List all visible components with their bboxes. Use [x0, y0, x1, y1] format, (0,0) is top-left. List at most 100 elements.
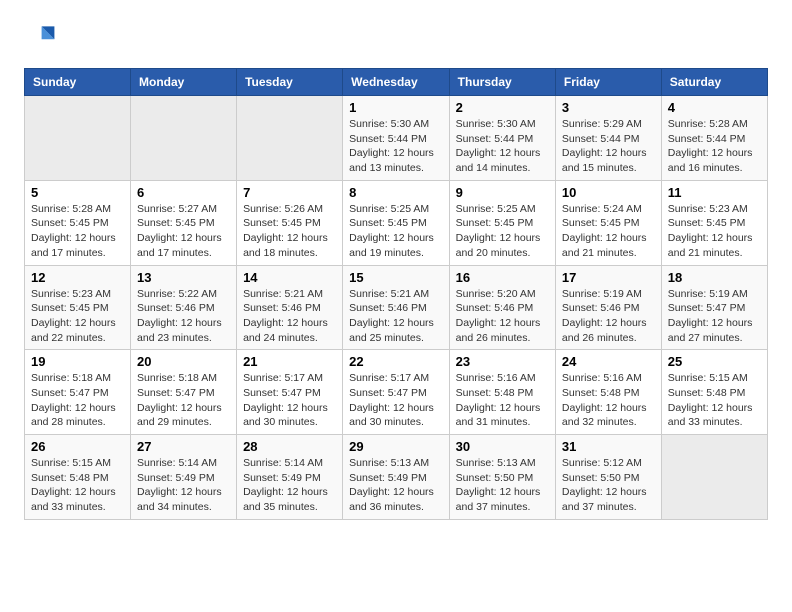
calendar-cell: 18 Sunrise: 5:19 AM Sunset: 5:47 PM Dayli… — [661, 265, 767, 350]
day-info: Sunrise: 5:17 AM Sunset: 5:47 PM Dayligh… — [349, 371, 443, 430]
day-info: Sunrise: 5:15 AM Sunset: 5:48 PM Dayligh… — [31, 456, 124, 515]
calendar-cell: 3 Sunrise: 5:29 AM Sunset: 5:44 PM Daylig… — [555, 96, 661, 181]
calendar-cell: 6 Sunrise: 5:27 AM Sunset: 5:45 PM Daylig… — [131, 180, 237, 265]
day-number: 20 — [137, 354, 230, 369]
calendar-week-row: 5 Sunrise: 5:28 AM Sunset: 5:45 PM Daylig… — [25, 180, 768, 265]
weekday-header-monday: Monday — [131, 69, 237, 96]
calendar-cell: 5 Sunrise: 5:28 AM Sunset: 5:45 PM Daylig… — [25, 180, 131, 265]
day-info: Sunrise: 5:13 AM Sunset: 5:50 PM Dayligh… — [456, 456, 549, 515]
calendar-cell: 20 Sunrise: 5:18 AM Sunset: 5:47 PM Dayli… — [131, 350, 237, 435]
logo-icon — [24, 20, 56, 52]
day-number: 3 — [562, 100, 655, 115]
day-number: 10 — [562, 185, 655, 200]
day-info: Sunrise: 5:19 AM Sunset: 5:46 PM Dayligh… — [562, 287, 655, 346]
day-number: 28 — [243, 439, 336, 454]
day-info: Sunrise: 5:12 AM Sunset: 5:50 PM Dayligh… — [562, 456, 655, 515]
day-info: Sunrise: 5:24 AM Sunset: 5:45 PM Dayligh… — [562, 202, 655, 261]
day-info: Sunrise: 5:18 AM Sunset: 5:47 PM Dayligh… — [31, 371, 124, 430]
day-info: Sunrise: 5:26 AM Sunset: 5:45 PM Dayligh… — [243, 202, 336, 261]
calendar-cell: 17 Sunrise: 5:19 AM Sunset: 5:46 PM Dayli… — [555, 265, 661, 350]
day-info: Sunrise: 5:15 AM Sunset: 5:48 PM Dayligh… — [668, 371, 761, 430]
calendar-cell: 4 Sunrise: 5:28 AM Sunset: 5:44 PM Daylig… — [661, 96, 767, 181]
calendar-cell: 7 Sunrise: 5:26 AM Sunset: 5:45 PM Daylig… — [237, 180, 343, 265]
day-number: 27 — [137, 439, 230, 454]
day-number: 5 — [31, 185, 124, 200]
day-info: Sunrise: 5:20 AM Sunset: 5:46 PM Dayligh… — [456, 287, 549, 346]
day-info: Sunrise: 5:25 AM Sunset: 5:45 PM Dayligh… — [456, 202, 549, 261]
calendar-cell: 10 Sunrise: 5:24 AM Sunset: 5:45 PM Dayli… — [555, 180, 661, 265]
calendar-table: SundayMondayTuesdayWednesdayThursdayFrid… — [24, 68, 768, 520]
day-info: Sunrise: 5:23 AM Sunset: 5:45 PM Dayligh… — [31, 287, 124, 346]
day-number: 22 — [349, 354, 443, 369]
day-number: 13 — [137, 270, 230, 285]
day-info: Sunrise: 5:13 AM Sunset: 5:49 PM Dayligh… — [349, 456, 443, 515]
day-number: 14 — [243, 270, 336, 285]
day-info: Sunrise: 5:27 AM Sunset: 5:45 PM Dayligh… — [137, 202, 230, 261]
day-number: 19 — [31, 354, 124, 369]
calendar-cell: 16 Sunrise: 5:20 AM Sunset: 5:46 PM Dayli… — [449, 265, 555, 350]
day-number: 17 — [562, 270, 655, 285]
calendar-cell: 24Sunrise: 5:16 AM Sunset: 5:48 PM Dayli… — [555, 350, 661, 435]
calendar-cell: 27 Sunrise: 5:14 AM Sunset: 5:49 PM Dayli… — [131, 435, 237, 520]
calendar-week-row: 19 Sunrise: 5:18 AM Sunset: 5:47 PM Dayli… — [25, 350, 768, 435]
day-number: 2 — [456, 100, 549, 115]
day-info: Sunrise: 5:25 AM Sunset: 5:45 PM Dayligh… — [349, 202, 443, 261]
day-number: 12 — [31, 270, 124, 285]
calendar-cell — [25, 96, 131, 181]
calendar-cell — [237, 96, 343, 181]
day-info: Sunrise: 5:19 AM Sunset: 5:47 PM Dayligh… — [668, 287, 761, 346]
calendar-cell: 23 Sunrise: 5:16 AM Sunset: 5:48 PM Dayli… — [449, 350, 555, 435]
day-info: Sunrise: 5:14 AM Sunset: 5:49 PM Dayligh… — [137, 456, 230, 515]
day-number: 25 — [668, 354, 761, 369]
weekday-header-row: SundayMondayTuesdayWednesdayThursdayFrid… — [25, 69, 768, 96]
day-number: 23 — [456, 354, 549, 369]
day-info: Sunrise: 5:21 AM Sunset: 5:46 PM Dayligh… — [349, 287, 443, 346]
calendar-cell: 21Sunrise: 5:17 AM Sunset: 5:47 PM Dayli… — [237, 350, 343, 435]
calendar-cell: 29Sunrise: 5:13 AM Sunset: 5:49 PM Dayli… — [343, 435, 450, 520]
day-info: Sunrise: 5:16 AM Sunset: 5:48 PM Dayligh… — [456, 371, 549, 430]
calendar-cell: 30 Sunrise: 5:13 AM Sunset: 5:50 PM Dayli… — [449, 435, 555, 520]
weekday-header-saturday: Saturday — [661, 69, 767, 96]
weekday-header-friday: Friday — [555, 69, 661, 96]
calendar-cell: 22 Sunrise: 5:17 AM Sunset: 5:47 PM Dayli… — [343, 350, 450, 435]
day-number: 9 — [456, 185, 549, 200]
calendar-week-row: 26Sunrise: 5:15 AM Sunset: 5:48 PM Dayli… — [25, 435, 768, 520]
calendar-cell: 26Sunrise: 5:15 AM Sunset: 5:48 PM Dayli… — [25, 435, 131, 520]
day-number: 15 — [349, 270, 443, 285]
weekday-header-thursday: Thursday — [449, 69, 555, 96]
calendar-cell: 14 Sunrise: 5:21 AM Sunset: 5:46 PM Dayli… — [237, 265, 343, 350]
calendar-cell — [661, 435, 767, 520]
day-number: 18 — [668, 270, 761, 285]
day-number: 16 — [456, 270, 549, 285]
calendar-cell: 12 Sunrise: 5:23 AM Sunset: 5:45 PM Dayli… — [25, 265, 131, 350]
day-number: 1 — [349, 100, 443, 115]
day-info: Sunrise: 5:30 AM Sunset: 5:44 PM Dayligh… — [456, 117, 549, 176]
calendar-week-row: 1 Sunrise: 5:30 AM Sunset: 5:44 PM Daylig… — [25, 96, 768, 181]
day-info: Sunrise: 5:18 AM Sunset: 5:47 PM Dayligh… — [137, 371, 230, 430]
logo — [24, 20, 60, 52]
day-info: Sunrise: 5:30 AM Sunset: 5:44 PM Dayligh… — [349, 117, 443, 176]
calendar-cell: 1 Sunrise: 5:30 AM Sunset: 5:44 PM Daylig… — [343, 96, 450, 181]
day-number: 4 — [668, 100, 761, 115]
calendar-cell: 15 Sunrise: 5:21 AM Sunset: 5:46 PM Dayli… — [343, 265, 450, 350]
day-number: 7 — [243, 185, 336, 200]
day-info: Sunrise: 5:21 AM Sunset: 5:46 PM Dayligh… — [243, 287, 336, 346]
day-info: Sunrise: 5:23 AM Sunset: 5:45 PM Dayligh… — [668, 202, 761, 261]
calendar-cell: 9 Sunrise: 5:25 AM Sunset: 5:45 PM Daylig… — [449, 180, 555, 265]
calendar-cell: 13 Sunrise: 5:22 AM Sunset: 5:46 PM Dayli… — [131, 265, 237, 350]
day-number: 30 — [456, 439, 549, 454]
calendar-cell: 11Sunrise: 5:23 AM Sunset: 5:45 PM Dayli… — [661, 180, 767, 265]
weekday-header-tuesday: Tuesday — [237, 69, 343, 96]
day-info: Sunrise: 5:17 AM Sunset: 5:47 PM Dayligh… — [243, 371, 336, 430]
calendar-cell — [131, 96, 237, 181]
day-info: Sunrise: 5:22 AM Sunset: 5:46 PM Dayligh… — [137, 287, 230, 346]
day-info: Sunrise: 5:29 AM Sunset: 5:44 PM Dayligh… — [562, 117, 655, 176]
day-number: 8 — [349, 185, 443, 200]
calendar-week-row: 12 Sunrise: 5:23 AM Sunset: 5:45 PM Dayli… — [25, 265, 768, 350]
day-info: Sunrise: 5:28 AM Sunset: 5:44 PM Dayligh… — [668, 117, 761, 176]
day-info: Sunrise: 5:28 AM Sunset: 5:45 PM Dayligh… — [31, 202, 124, 261]
day-number: 6 — [137, 185, 230, 200]
day-number: 24 — [562, 354, 655, 369]
weekday-header-sunday: Sunday — [25, 69, 131, 96]
day-number: 31 — [562, 439, 655, 454]
